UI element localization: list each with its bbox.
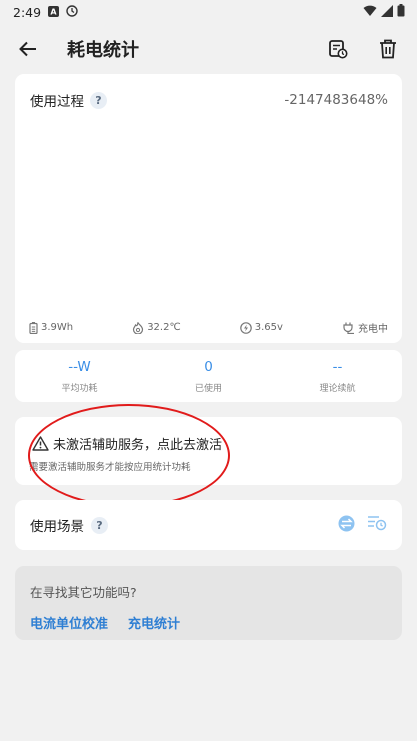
metric-label: 理论续航 <box>319 383 356 394</box>
list-schedule-button[interactable] <box>367 515 387 535</box>
current-unit-calibration-link[interactable]: 电流单位校准 <box>30 613 108 632</box>
capacity-stat: 3.9Wh <box>29 320 73 335</box>
find-features-card: 在寻找其它功能吗? 电流单位校准 充电统计 <box>15 566 402 640</box>
history-icon <box>329 40 348 59</box>
signal-icon <box>381 4 393 20</box>
status-bar: 2:49 A <box>0 0 417 24</box>
temperature-value: 32.2℃ <box>147 322 181 333</box>
battery-capacity-icon <box>29 321 38 334</box>
voltage-stat: 3.65v <box>239 320 283 335</box>
metric-value: -- <box>332 358 343 375</box>
accessibility-warning-card[interactable]: 未激活辅助服务，点此去激活 需要激活辅助服务才能按应用统计功耗 <box>15 417 402 485</box>
metric-value: 0 <box>204 358 213 375</box>
temperature-stat: 32.2℃ <box>132 320 181 335</box>
scene-title: 使用场景 <box>30 519 84 535</box>
voltage-value: 3.65v <box>254 322 283 333</box>
charge-state-value: 充电中 <box>357 324 388 335</box>
page-title: 耗电统计 <box>67 40 139 61</box>
usage-percent: -2147483648% <box>284 92 388 108</box>
metric-average-power: --W 平均功耗 <box>15 350 144 402</box>
trash-icon <box>380 39 396 59</box>
svg-text:A: A <box>50 7 57 16</box>
metric-label: 平均功耗 <box>61 383 98 394</box>
find-title: 在寻找其它功能吗? <box>30 585 137 600</box>
metrics-card: --W 平均功耗 0 已使用 -- 理论续航 <box>15 350 402 402</box>
capacity-value: 3.9Wh <box>41 322 74 333</box>
history-button[interactable] <box>325 36 351 62</box>
metric-value: --W <box>68 358 91 375</box>
metric-label: 已使用 <box>194 383 222 394</box>
usage-scene-card: 使用场景 ? <box>15 500 402 550</box>
plug-icon <box>343 322 354 334</box>
lightning-icon <box>239 321 252 334</box>
list-clock-icon <box>368 516 387 531</box>
notification-a-icon: A <box>48 5 60 20</box>
charging-statistics-link[interactable]: 充电统计 <box>128 613 180 632</box>
clock-status-icon <box>66 4 78 20</box>
metric-estimated-life: -- 理论续航 <box>273 350 402 402</box>
wifi-icon <box>363 5 377 20</box>
app-bar: 耗电统计 <box>0 24 417 74</box>
scene-help-button[interactable]: ? <box>91 516 108 534</box>
delete-button[interactable] <box>375 36 401 62</box>
arrow-left-icon <box>19 41 36 57</box>
warning-description: 需要激活辅助服务才能按应用统计功耗 <box>29 462 191 473</box>
usage-help-button[interactable]: ? <box>90 91 107 109</box>
warning-icon <box>32 436 49 451</box>
usage-process-card: 使用过程 ? -2147483648% 3.9Wh 32.2℃ 3.65v 充电… <box>15 74 402 343</box>
activate-service-link[interactable]: 未激活辅助服务，点此去激活 <box>32 434 222 453</box>
swap-filter-button[interactable] <box>338 515 355 536</box>
stats-row: 3.9Wh 32.2℃ 3.65v 充电中 <box>29 320 388 335</box>
metric-used: 0 已使用 <box>144 350 273 402</box>
charge-state-stat: 充电中 <box>342 320 388 335</box>
warning-title: 未激活辅助服务，点此去激活 <box>53 438 223 453</box>
battery-icon <box>397 4 405 20</box>
flame-icon <box>133 321 144 334</box>
status-time: 2:49 <box>13 4 42 20</box>
back-button[interactable] <box>14 35 42 63</box>
swap-icon <box>338 515 355 531</box>
usage-title: 使用过程 <box>30 94 84 110</box>
